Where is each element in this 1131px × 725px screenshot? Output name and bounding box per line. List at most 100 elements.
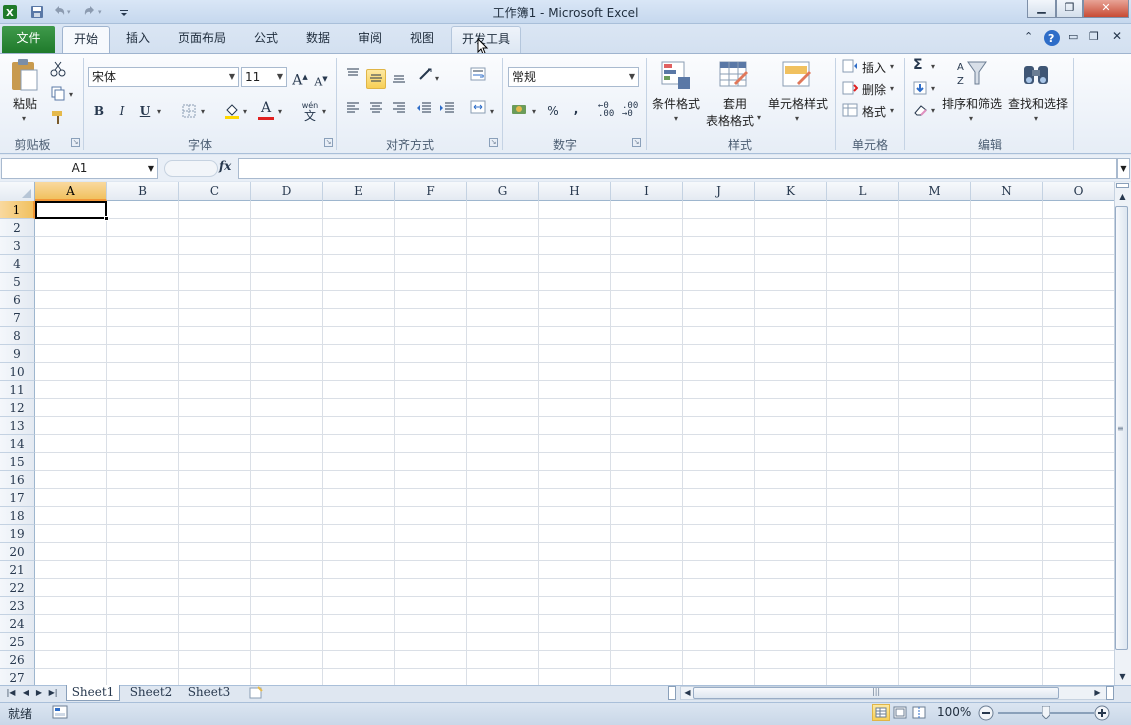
row-header-17[interactable]: 17 <box>0 489 35 507</box>
find-select-button[interactable]: 查找和选择 <box>1008 95 1068 112</box>
undo-icon[interactable] <box>51 4 67 20</box>
format-as-table-line2[interactable]: 表格格式 <box>706 112 754 129</box>
number-launcher-icon[interactable]: ↘ <box>632 138 641 147</box>
column-header-d[interactable]: D <box>251 182 323 201</box>
page-break-view-icon[interactable] <box>911 705 927 723</box>
underline-button[interactable]: U <box>135 101 155 121</box>
column-header-k[interactable]: K <box>755 182 827 201</box>
column-header-m[interactable]: M <box>899 182 971 201</box>
new-sheet-icon[interactable] <box>248 686 266 703</box>
column-header-a[interactable]: A <box>35 182 107 201</box>
format-table-dropdown-icon[interactable]: ▾ <box>757 113 761 122</box>
row-header-1[interactable]: 1 <box>0 201 35 219</box>
accounting-dropdown-icon[interactable]: ▾ <box>532 107 536 116</box>
row-header-14[interactable]: 14 <box>0 435 35 453</box>
borders-dropdown-icon[interactable]: ▾ <box>201 107 205 116</box>
workbook-restore-icon[interactable]: ❐ <box>1089 30 1099 43</box>
column-header-e[interactable]: E <box>323 182 395 201</box>
zoom-level[interactable]: 100% <box>937 705 971 719</box>
row-header-6[interactable]: 6 <box>0 291 35 309</box>
row-header-5[interactable]: 5 <box>0 273 35 291</box>
insert-cells-icon[interactable] <box>842 59 858 76</box>
find-select-icon[interactable] <box>1020 58 1052 90</box>
sheet-tab-sheet2[interactable]: Sheet2 <box>124 685 178 701</box>
row-header-23[interactable]: 23 <box>0 597 35 615</box>
font-name-combo[interactable]: 宋体 ▼ <box>88 67 239 87</box>
sheet-tab-sheet1[interactable]: Sheet1 <box>66 685 120 701</box>
align-center-button[interactable] <box>366 100 386 120</box>
column-header-j[interactable]: J <box>683 182 755 201</box>
underline-dropdown-icon[interactable]: ▾ <box>157 107 161 116</box>
row-header-15[interactable]: 15 <box>0 453 35 471</box>
clear-icon[interactable] <box>913 103 929 120</box>
row-header-26[interactable]: 26 <box>0 651 35 669</box>
tab-data[interactable]: 数据 <box>298 26 338 53</box>
column-header-h[interactable]: H <box>539 182 611 201</box>
conditional-format-button[interactable]: 条件格式 <box>652 95 700 112</box>
normal-view-button[interactable] <box>872 704 890 721</box>
column-header-l[interactable]: L <box>827 182 899 201</box>
minimize-icon[interactable]: ▁ <box>1027 0 1056 18</box>
close-icon[interactable]: ✕ <box>1083 0 1129 18</box>
increase-decimal-icon[interactable]: ←0.00 <box>598 102 614 119</box>
row-header-13[interactable]: 13 <box>0 417 35 435</box>
help-icon[interactable]: ? <box>1043 29 1061 50</box>
fill-color-dropdown-icon[interactable]: ▾ <box>243 107 247 116</box>
delete-dropdown-icon[interactable]: ▾ <box>890 84 894 93</box>
font-launcher-icon[interactable]: ↘ <box>324 138 333 147</box>
cell-styles-icon[interactable] <box>781 59 813 91</box>
expand-formula-bar-icon[interactable]: ▼ <box>1117 158 1130 179</box>
row-header-9[interactable]: 9 <box>0 345 35 363</box>
format-painter-icon[interactable] <box>50 109 66 128</box>
number-format-combo[interactable]: 常规 ▼ <box>508 67 639 87</box>
row-header-25[interactable]: 25 <box>0 633 35 651</box>
customize-icon[interactable] <box>118 4 134 20</box>
column-header-i[interactable]: I <box>611 182 683 201</box>
merge-dropdown-icon[interactable]: ▾ <box>490 107 494 116</box>
format-dropdown-icon[interactable]: ▾ <box>890 106 894 115</box>
sort-filter-icon[interactable]: AZ <box>956 58 988 90</box>
row-header-2[interactable]: 2 <box>0 219 35 237</box>
column-header-n[interactable]: N <box>971 182 1043 201</box>
scroll-right-icon[interactable]: ▶ <box>1090 686 1105 700</box>
accounting-format-icon[interactable] <box>511 103 529 120</box>
merge-center-icon[interactable] <box>468 100 488 120</box>
zoom-slider-thumb[interactable] <box>1041 705 1051 720</box>
name-box[interactable]: A1 ▼ <box>1 158 158 179</box>
row-header-8[interactable]: 8 <box>0 327 35 345</box>
sort-filter-button[interactable]: 排序和筛选 <box>942 95 1002 112</box>
paste-dropdown-icon[interactable]: ▾ <box>22 114 26 123</box>
autosum-dropdown-icon[interactable]: ▾ <box>931 62 935 71</box>
column-header-f[interactable]: F <box>395 182 467 201</box>
sheet-tab-sheet3[interactable]: Sheet3 <box>182 685 236 701</box>
format-cells-button[interactable]: 格式 <box>862 103 886 120</box>
phonetic-button[interactable]: wén 文 <box>300 101 320 123</box>
borders-icon[interactable] <box>182 104 196 121</box>
column-header-b[interactable]: B <box>107 182 179 201</box>
zoom-in-icon[interactable] <box>1094 705 1110 724</box>
delete-cells-icon[interactable] <box>842 81 859 98</box>
row-header-20[interactable]: 20 <box>0 543 35 561</box>
find-select-dropdown-icon[interactable]: ▾ <box>1034 114 1038 123</box>
restore-icon[interactable]: ❐ <box>1056 0 1083 18</box>
tab-formulas[interactable]: 公式 <box>246 26 286 53</box>
italic-button[interactable]: I <box>112 101 132 121</box>
insert-dropdown-icon[interactable]: ▾ <box>890 62 894 71</box>
grow-font-button[interactable]: A▲ <box>290 67 310 89</box>
sort-filter-dropdown-icon[interactable]: ▾ <box>969 114 973 123</box>
insert-function-button[interactable]: fx <box>219 159 231 173</box>
collapse-ribbon-icon[interactable]: ⌃ <box>1024 30 1033 43</box>
column-header-g[interactable]: G <box>467 182 539 201</box>
tab-review[interactable]: 审阅 <box>350 26 390 53</box>
orientation-icon[interactable] <box>416 67 436 87</box>
cut-icon[interactable] <box>50 61 66 80</box>
tab-split-icon[interactable] <box>668 686 676 700</box>
align-right-button[interactable] <box>389 100 409 120</box>
format-cells-icon[interactable] <box>842 103 858 120</box>
last-sheet-icon[interactable]: ▶| <box>47 686 59 700</box>
row-header-11[interactable]: 11 <box>0 381 35 399</box>
conditional-dropdown-icon[interactable]: ▾ <box>674 114 678 123</box>
workbook-close-icon[interactable]: ✕ <box>1112 29 1122 43</box>
macro-record-icon[interactable] <box>52 705 68 722</box>
tab-home[interactable]: 开始 <box>62 26 110 53</box>
